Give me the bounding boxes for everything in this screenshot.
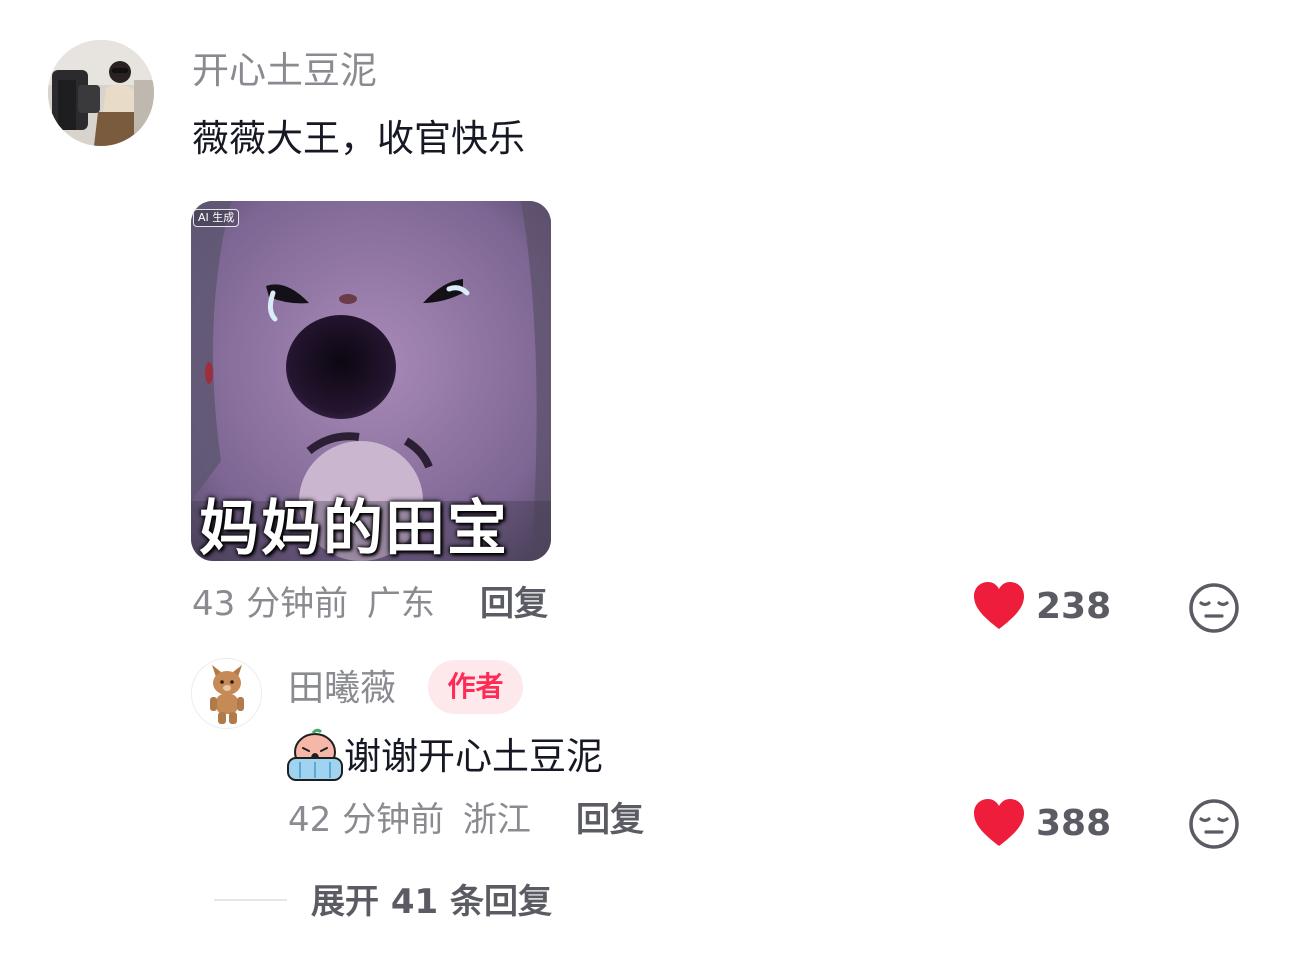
expand-divider	[214, 899, 287, 901]
author-badge: 作者	[428, 660, 523, 714]
heart-icon[interactable]	[972, 580, 1026, 632]
author-avatar[interactable]	[191, 658, 262, 729]
reply-like-count: 388	[1036, 803, 1112, 844]
crying-emoji-icon	[286, 728, 344, 782]
comment-location: 广东	[366, 584, 435, 624]
commenter-username[interactable]: 开心土豆泥	[192, 48, 377, 94]
reply-time: 42 分钟前	[288, 800, 445, 840]
comment-meta: 43 分钟前 广东	[192, 582, 435, 626]
comment-sticker-image[interactable]: AI 生成 妈妈的田宝	[191, 201, 551, 561]
comment-time: 43 分钟前	[192, 584, 349, 624]
ai-generated-tag: AI 生成	[193, 209, 240, 227]
reply-text: 谢谢开心土豆泥	[344, 735, 603, 778]
comment-reply-button[interactable]: 回复	[480, 582, 548, 626]
comment-text: 薇薇大王，收官快乐	[192, 117, 525, 160]
reply-location: 浙江	[462, 800, 531, 840]
meh-face-icon[interactable]	[1188, 582, 1240, 634]
heart-icon[interactable]	[972, 797, 1026, 849]
sticker-caption: 妈妈的田宝	[199, 494, 509, 561]
author-username[interactable]: 田曦薇	[288, 666, 396, 712]
meh-face-icon[interactable]	[1188, 798, 1240, 850]
expand-replies-button[interactable]: 展开 41 条回复	[311, 880, 552, 924]
reply-reply-button[interactable]: 回复	[576, 798, 644, 842]
reply-meta: 42 分钟前 浙江	[288, 798, 531, 842]
commenter-avatar[interactable]	[48, 40, 154, 146]
comment-like-count: 238	[1036, 586, 1112, 627]
